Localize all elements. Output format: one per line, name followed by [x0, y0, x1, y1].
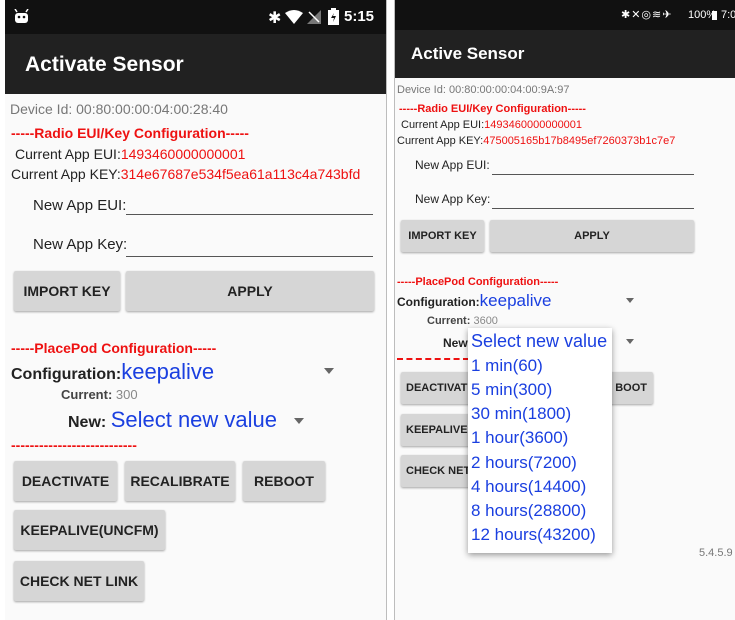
- status-icons: ✱✕◎≋✈: [621, 9, 673, 21]
- placepod-config-header: -----PlacePod Configuration-----: [11, 340, 217, 356]
- new-key-input[interactable]: [492, 208, 694, 209]
- new-eui-label: New App EUI:: [33, 197, 127, 214]
- app-bar: Active Sensor: [395, 30, 735, 78]
- section-divider: [397, 358, 469, 362]
- chevron-down-icon: [294, 418, 304, 424]
- new-value-dropdown-menu[interactable]: Select new value 1 min(60) 5 min(300) 30…: [468, 328, 612, 553]
- dropdown-option[interactable]: 2 hours(7200): [471, 453, 577, 473]
- apply-button[interactable]: APPLY: [126, 271, 374, 311]
- current-app-key: Current App KEY:475005165b17b8495ef72603…: [397, 135, 675, 147]
- reboot-button[interactable]: REBOOT: [243, 461, 325, 501]
- battery-icon: [712, 11, 717, 20]
- deactivate-button[interactable]: DEACTIVATE: [14, 461, 117, 501]
- app-bar: Activate Sensor: [5, 34, 386, 94]
- current-value-row: Current: 300: [61, 387, 138, 402]
- current-app-key: Current App KEY:314e67687e534f5ea61a113c…: [11, 166, 360, 182]
- status-time: 5:15: [344, 8, 375, 25]
- status-bar: ✱ 5:15: [5, 0, 386, 34]
- configuration-spinner[interactable]: Configuration:keepalive: [397, 291, 551, 311]
- current-eui-label: Current App EUI:: [401, 119, 485, 131]
- device-id: Device Id: 00:80:00:00:04:00:28:40: [10, 101, 228, 117]
- dropdown-option[interactable]: 12 hours(43200): [471, 525, 596, 545]
- dropdown-option[interactable]: 30 min(1800): [471, 404, 571, 424]
- configuration-value: keepalive: [121, 359, 215, 384]
- current-app-eui: Current App EUI:1493460000000001: [15, 146, 245, 162]
- android-icon: [14, 9, 29, 23]
- new-eui-input[interactable]: [126, 214, 373, 215]
- dropdown-option[interactable]: Select new value: [471, 331, 607, 352]
- app-title: Active Sensor: [411, 44, 525, 63]
- current-eui-label: Current App EUI:: [15, 146, 121, 162]
- chevron-down-icon: [626, 339, 634, 344]
- new-key-label: New App Key:: [415, 192, 491, 206]
- battery-icon: [328, 8, 339, 25]
- import-key-button[interactable]: IMPORT KEY: [401, 220, 484, 252]
- check-net-link-button[interactable]: CHECK NET LINK: [14, 561, 144, 601]
- dropdown-option[interactable]: 1 hour(3600): [471, 428, 568, 448]
- app-title: Activate Sensor: [25, 53, 184, 76]
- current-value: 300: [115, 387, 138, 402]
- dropdown-option[interactable]: 1 min(60): [471, 356, 543, 376]
- new-eui-input[interactable]: [492, 174, 694, 175]
- new-label: New:: [68, 414, 107, 431]
- new-value: Select new value: [110, 407, 278, 432]
- dropdown-option[interactable]: 5 min(300): [471, 380, 552, 400]
- new-eui-label: New App EUI:: [415, 158, 490, 172]
- configuration-value: keepalive: [479, 291, 552, 310]
- recalibrate-button[interactable]: RECALIBRATE: [125, 461, 235, 501]
- dropdown-option[interactable]: 4 hours(14400): [471, 477, 586, 497]
- current-value: 3600: [473, 315, 498, 327]
- current-app-eui: Current App EUI:1493460000000001: [401, 119, 582, 131]
- current-key-label: Current App KEY:: [397, 135, 484, 147]
- new-value-spinner[interactable]: New: Select new value: [68, 407, 277, 433]
- status-bar: ✱✕◎≋✈ 100% 7:00: [395, 0, 735, 30]
- right-phone-screen: ✱✕◎≋✈ 100% 7:00 Active Sensor Device Id:…: [394, 0, 735, 620]
- radio-config-header: -----Radio EUI/Key Configuration-----: [399, 103, 586, 115]
- apply-button[interactable]: APPLY: [490, 220, 694, 252]
- configuration-label: Configuration:: [11, 366, 122, 383]
- signal-icon: [307, 10, 321, 24]
- left-phone-screen: ✱ 5:15 Activate Sensor Device Id: 00:80:…: [5, 0, 387, 620]
- new-key-input[interactable]: [126, 256, 373, 257]
- wifi-icon: [285, 10, 303, 24]
- placepod-config-header: -----PlacePod Configuration-----: [397, 276, 559, 288]
- configuration-label: Configuration:: [397, 295, 480, 309]
- current-value-row: Current: 3600: [427, 315, 498, 327]
- import-key-button[interactable]: IMPORT KEY: [14, 271, 120, 311]
- configuration-spinner[interactable]: Configuration:keepalive: [11, 359, 214, 385]
- device-id: Device Id: 00:80:00:00:04:00:9A:97: [397, 84, 570, 96]
- current-key-value: 314e67687e534f5ea61a113c4a743bfd: [120, 166, 361, 182]
- current-eui-value: 1493460000000001: [120, 146, 246, 162]
- section-divider: ---------------------------: [11, 437, 137, 453]
- dropdown-option[interactable]: 8 hours(28800): [471, 501, 586, 521]
- bluetooth-icon: ✱: [268, 10, 282, 27]
- chevron-down-icon: [626, 298, 634, 303]
- new-key-label: New App Key:: [33, 236, 128, 253]
- current-label: Current:: [427, 315, 471, 327]
- current-key-label: Current App KEY:: [11, 166, 121, 182]
- current-label: Current:: [61, 387, 113, 402]
- keepalive-unconfirmed-button[interactable]: KEEPALIVE(UNCFM): [14, 510, 165, 550]
- status-time: 7:00: [721, 9, 735, 21]
- radio-config-header: -----Radio EUI/Key Configuration-----: [11, 125, 249, 141]
- current-key-value: 475005165b17b8495ef7260373b1c7e7: [483, 135, 676, 147]
- chevron-down-icon: [324, 368, 334, 374]
- current-eui-value: 1493460000000001: [484, 119, 583, 131]
- version-label: 5.4.5.9: [699, 547, 733, 559]
